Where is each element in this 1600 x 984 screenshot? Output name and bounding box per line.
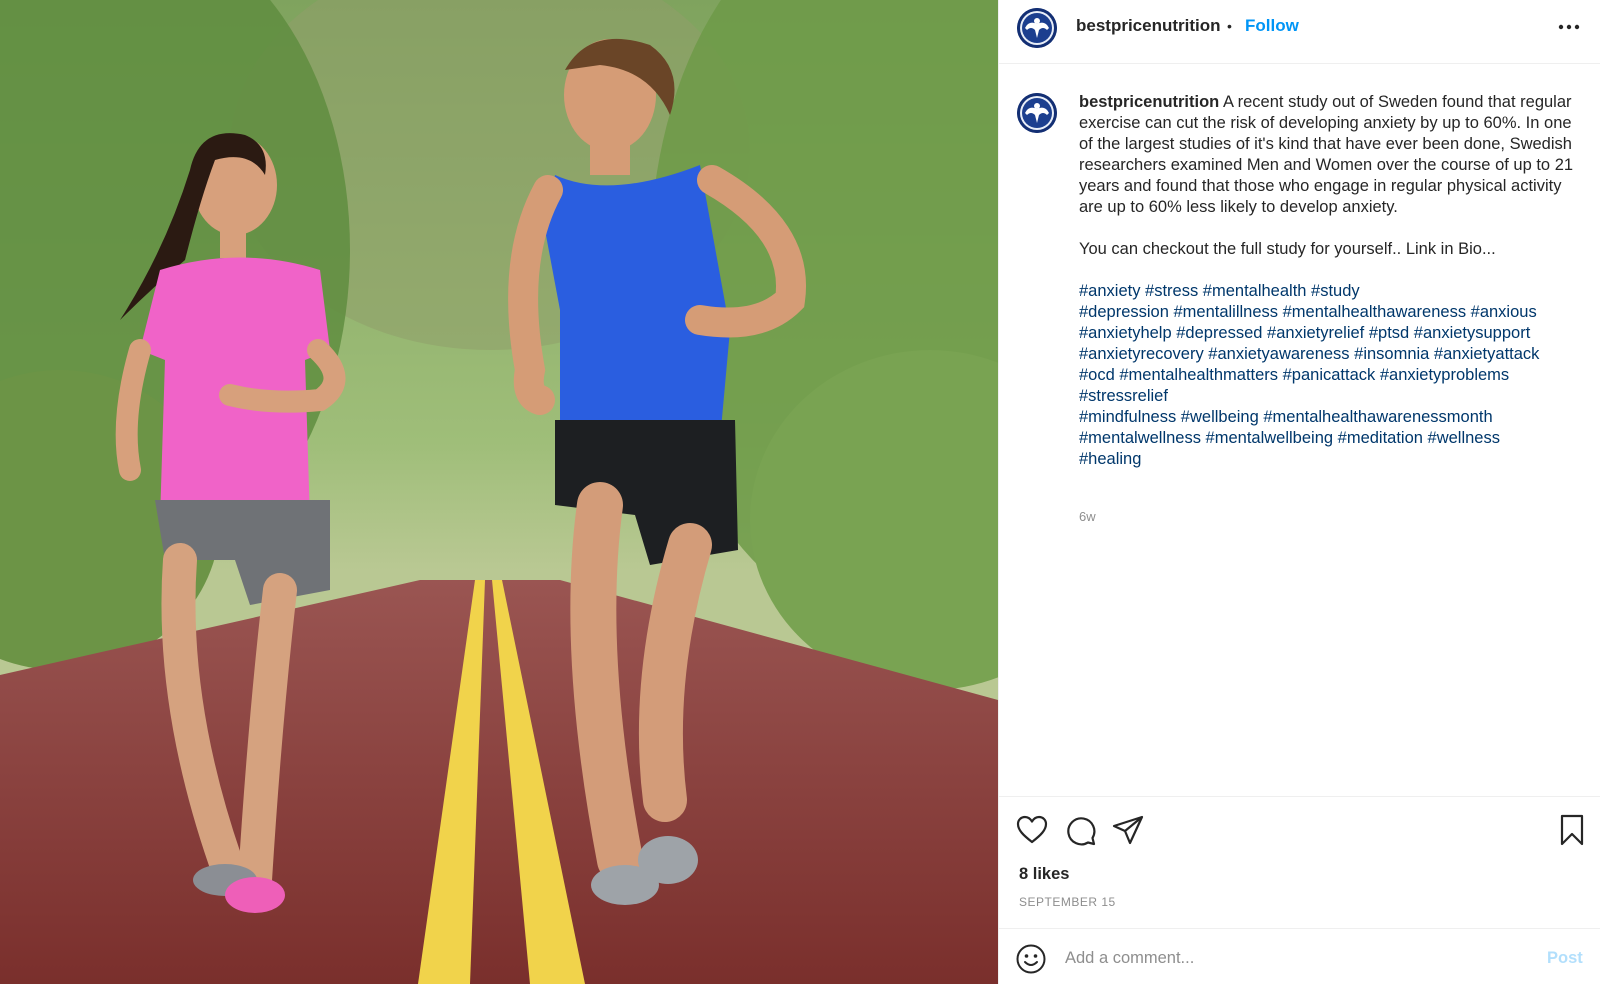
hashtag-line[interactable]: #anxietyhelp #depressed #anxietyrelief #… bbox=[1079, 323, 1579, 344]
likes-count[interactable]: 8 likes bbox=[1019, 865, 1069, 884]
post-photo[interactable] bbox=[0, 0, 998, 984]
header-separator: • bbox=[1227, 18, 1232, 34]
caption-text-2: You can checkout the full study for your… bbox=[1079, 240, 1496, 258]
caption-time-ago[interactable]: 6w bbox=[1079, 509, 1096, 524]
hashtag-line[interactable]: #stressrelief bbox=[1079, 386, 1579, 407]
header-username[interactable]: bestpricenutrition bbox=[1076, 16, 1221, 36]
hashtag-line[interactable]: #anxietyrecovery #anxietyawareness #inso… bbox=[1079, 344, 1579, 365]
comment-input[interactable] bbox=[1065, 943, 1505, 973]
caption-username[interactable]: bestpricenutrition bbox=[1079, 93, 1219, 111]
caption-paragraph: bestpricenutrition A recent study out of… bbox=[1079, 92, 1579, 218]
brand-logo-icon bbox=[1017, 93, 1057, 133]
hashtag-line[interactable]: #anxiety #stress #mentalhealth #study bbox=[1079, 281, 1579, 302]
more-options-icon[interactable] bbox=[1555, 18, 1583, 36]
post-side-panel: bestpricenutrition • Follow bestpricenut… bbox=[998, 0, 1600, 984]
post-caption: bestpricenutrition A recent study out of… bbox=[1079, 92, 1579, 470]
comment-bar: Post bbox=[999, 928, 1600, 984]
caption-text: A recent study out of Sweden found that … bbox=[1079, 93, 1574, 216]
post-comment-button[interactable]: Post bbox=[1547, 949, 1583, 968]
brand-logo-icon bbox=[1017, 8, 1057, 48]
caption-avatar[interactable] bbox=[1017, 93, 1057, 133]
runners-photo-illustration bbox=[0, 0, 998, 984]
comment-icon[interactable] bbox=[1063, 813, 1097, 847]
hashtag-block: #anxiety #stress #mentalhealth #study #d… bbox=[1079, 281, 1579, 470]
avatar[interactable] bbox=[1017, 8, 1057, 48]
post-date[interactable]: SEPTEMBER 15 bbox=[1019, 895, 1116, 909]
hashtag-line[interactable]: #mentalwellness #mentalwellbeing #medita… bbox=[1079, 428, 1579, 449]
emoji-icon[interactable] bbox=[1015, 943, 1047, 975]
share-icon[interactable] bbox=[1111, 813, 1145, 847]
hashtag-line[interactable]: #healing bbox=[1079, 449, 1579, 470]
bookmark-icon[interactable] bbox=[1555, 813, 1589, 847]
hashtag-line[interactable]: #ocd #mentalhealthmatters #panicattack #… bbox=[1079, 365, 1579, 386]
heart-icon[interactable] bbox=[1015, 813, 1049, 847]
hashtag-line[interactable]: #mindfulness #wellbeing #mentalhealthawa… bbox=[1079, 407, 1579, 428]
post-header: bestpricenutrition • Follow bbox=[999, 0, 1600, 64]
hashtag-line[interactable]: #depression #mentalillness #mentalhealth… bbox=[1079, 302, 1579, 323]
follow-button[interactable]: Follow bbox=[1245, 16, 1299, 36]
